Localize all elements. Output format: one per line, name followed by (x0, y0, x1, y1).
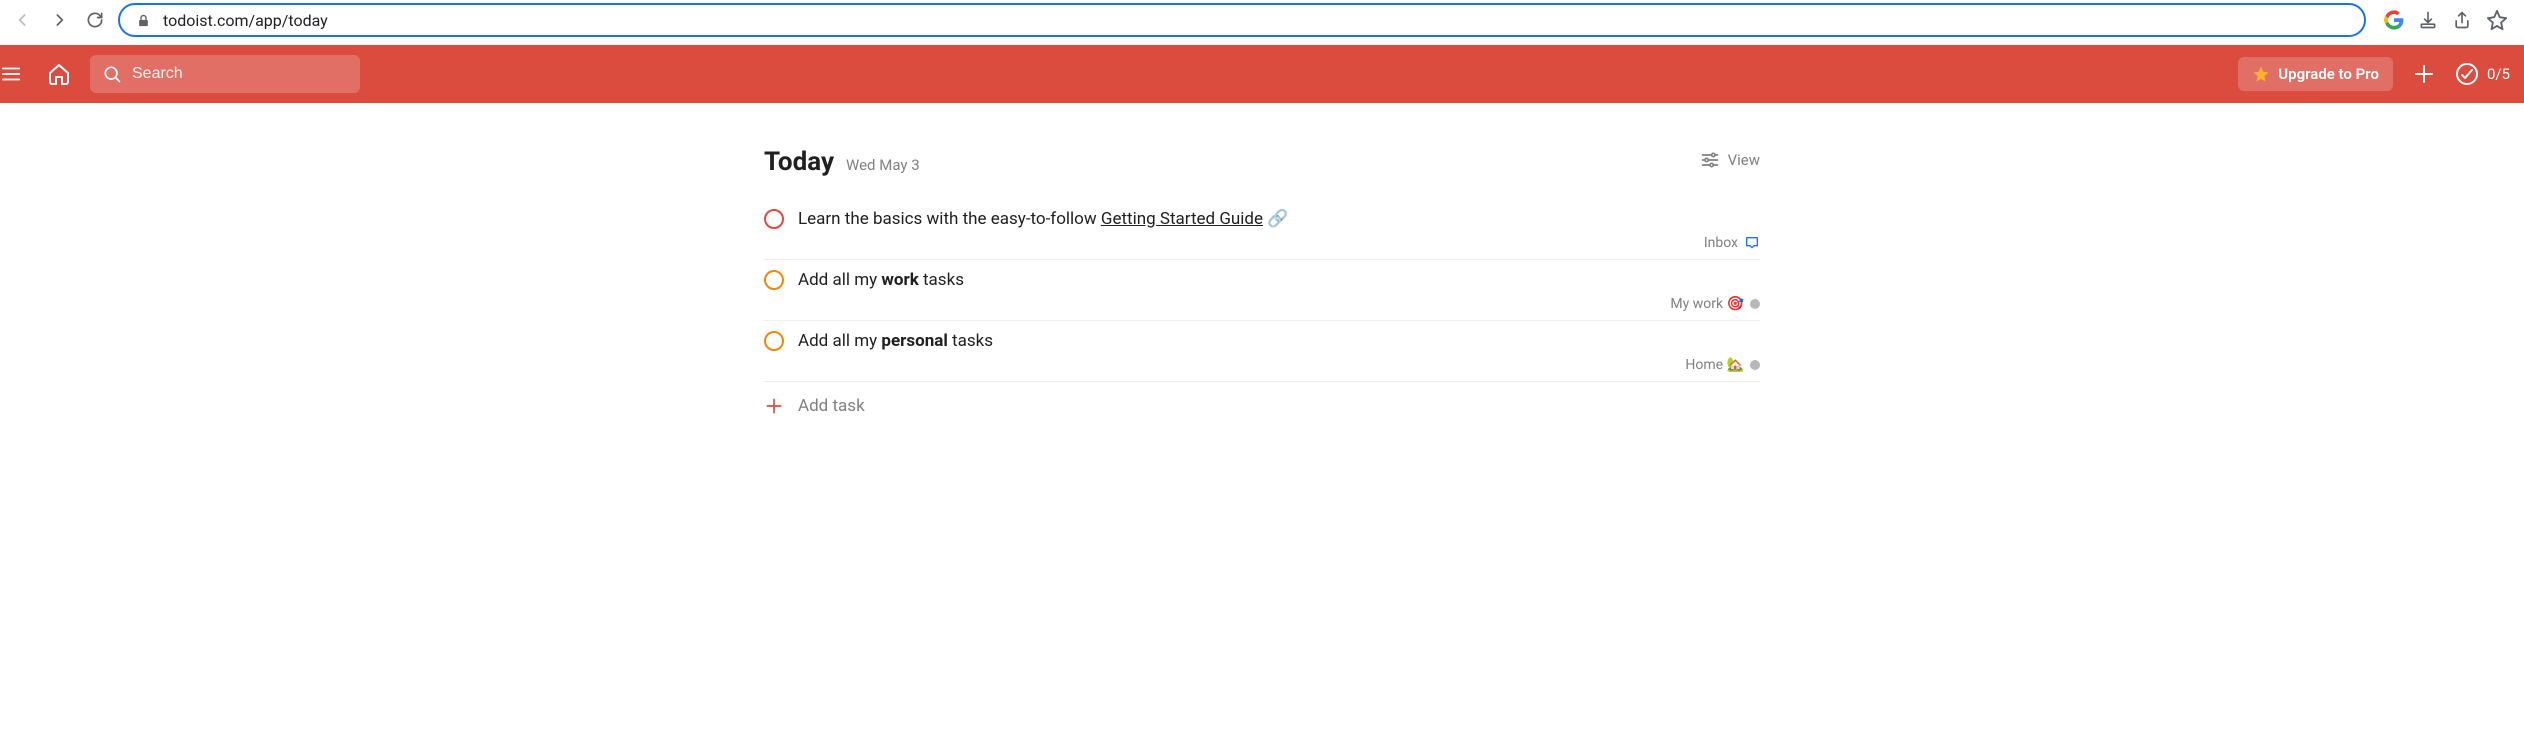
project-dot-icon (1750, 299, 1760, 309)
app-top-bar: Upgrade to Pro 0/5 (0, 45, 2524, 103)
search-input[interactable] (132, 65, 348, 83)
task-project[interactable]: Inbox (764, 235, 1760, 251)
project-dot-icon (1750, 360, 1760, 370)
search-icon (102, 64, 122, 84)
inbox-icon (1744, 235, 1760, 251)
forward-button[interactable] (46, 7, 72, 33)
productivity-icon (2455, 62, 2479, 86)
task-checkbox[interactable] (764, 209, 784, 229)
productivity-button[interactable]: 0/5 (2455, 62, 2510, 86)
share-icon[interactable] (2452, 10, 2472, 30)
upgrade-button[interactable]: Upgrade to Pro (2238, 57, 2393, 91)
upgrade-label: Upgrade to Pro (2278, 65, 2379, 83)
view-label: View (1728, 151, 1760, 169)
task-title: Learn the basics with the easy-to-follow… (798, 209, 1288, 229)
lock-icon (136, 13, 151, 28)
download-icon[interactable] (2418, 10, 2438, 30)
star-icon[interactable] (2486, 9, 2508, 31)
reload-button[interactable] (82, 7, 108, 33)
view-button[interactable]: View (1700, 150, 1760, 170)
chrome-actions (2376, 9, 2514, 31)
task-title: Add all my personal tasks (798, 331, 993, 351)
task-project[interactable]: My work 🎯 (764, 296, 1760, 312)
task-item[interactable]: Learn the basics with the easy-to-follow… (764, 199, 1760, 260)
task-item[interactable]: Add all my work tasks My work 🎯 (764, 260, 1760, 321)
task-checkbox[interactable] (764, 331, 784, 351)
getting-started-link[interactable]: Getting Started Guide (1101, 209, 1263, 229)
page-date: Wed May 3 (846, 156, 920, 174)
browser-toolbar: todoist.com/app/today (0, 0, 2524, 45)
task-checkbox[interactable] (764, 270, 784, 290)
link-icon: 🔗 (1267, 209, 1288, 229)
home-button[interactable] (42, 57, 76, 91)
plus-icon (764, 396, 784, 416)
back-button[interactable] (10, 7, 36, 33)
page-title: Today (764, 147, 834, 177)
address-bar[interactable]: todoist.com/app/today (118, 3, 2366, 37)
star-filled-icon (2252, 65, 2270, 83)
google-icon[interactable] (2384, 10, 2404, 30)
task-title: Add all my work tasks (798, 270, 964, 290)
task-item[interactable]: Add all my personal tasks Home 🏡 (764, 321, 1760, 382)
add-task-button[interactable]: Add task (764, 382, 1760, 430)
sliders-icon (1700, 150, 1720, 170)
productivity-count: 0/5 (2487, 65, 2510, 83)
search-box[interactable] (90, 55, 360, 93)
main-content: Today Wed May 3 View Learn the basics wi… (764, 103, 1760, 430)
heading-row: Today Wed May 3 View (764, 147, 1760, 177)
add-task-label: Add task (798, 396, 865, 416)
url-text: todoist.com/app/today (163, 11, 328, 30)
task-project[interactable]: Home 🏡 (764, 357, 1760, 373)
menu-button[interactable] (0, 57, 28, 91)
quick-add-button[interactable] (2407, 57, 2441, 91)
